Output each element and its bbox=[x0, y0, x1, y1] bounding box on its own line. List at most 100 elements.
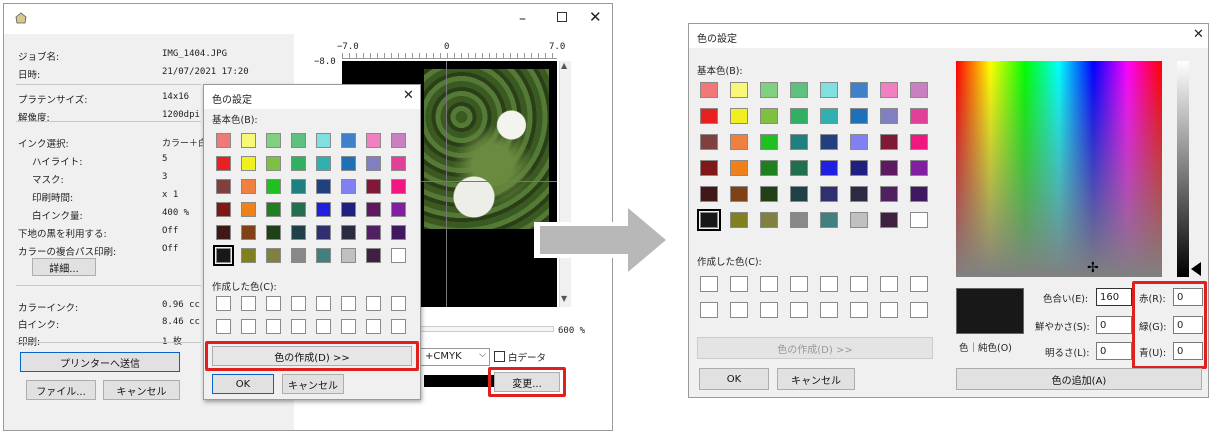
basic-color-swatch[interactable] bbox=[316, 248, 331, 263]
basic-color-swatch[interactable] bbox=[850, 186, 868, 202]
custom-color-swatch[interactable] bbox=[291, 296, 306, 311]
basic-color-swatch[interactable] bbox=[391, 248, 406, 263]
basic-color-swatch[interactable] bbox=[730, 186, 748, 202]
basic-color-swatch[interactable] bbox=[366, 156, 381, 171]
basic-color-swatch[interactable] bbox=[820, 108, 838, 124]
basic-color-swatch[interactable] bbox=[266, 156, 281, 171]
basic-color-swatch[interactable] bbox=[790, 160, 808, 176]
send-to-printer-button[interactable]: プリンターへ送信 bbox=[20, 352, 180, 372]
basic-color-swatch[interactable] bbox=[850, 160, 868, 176]
custom-color-swatch[interactable] bbox=[366, 319, 381, 334]
basic-color-swatch[interactable] bbox=[700, 108, 718, 124]
basic-color-swatch[interactable] bbox=[700, 134, 718, 150]
custom-color-swatch[interactable] bbox=[910, 302, 928, 318]
maximize-button[interactable] bbox=[557, 12, 567, 22]
custom-color-swatch[interactable] bbox=[820, 276, 838, 292]
basic-color-swatch[interactable] bbox=[291, 248, 306, 263]
basic-color-swatch[interactable] bbox=[850, 134, 868, 150]
basic-color-swatch[interactable] bbox=[910, 160, 928, 176]
basic-color-swatch[interactable] bbox=[910, 186, 928, 202]
scroll-down-icon[interactable]: ▼ bbox=[561, 294, 567, 303]
basic-color-swatch[interactable] bbox=[760, 134, 778, 150]
custom-color-swatch[interactable] bbox=[391, 319, 406, 334]
basic-color-swatch[interactable] bbox=[790, 108, 808, 124]
basic-color-swatch[interactable] bbox=[850, 212, 868, 228]
basic-color-swatch[interactable] bbox=[880, 160, 898, 176]
cancel-button[interactable]: キャンセル bbox=[103, 380, 180, 400]
basic-color-swatch[interactable] bbox=[697, 209, 721, 231]
basic-color-swatch[interactable] bbox=[880, 108, 898, 124]
basic-color-swatch[interactable] bbox=[241, 202, 256, 217]
custom-color-swatch[interactable] bbox=[291, 319, 306, 334]
custom-color-swatch[interactable] bbox=[391, 296, 406, 311]
basic-color-swatch[interactable] bbox=[216, 179, 231, 194]
custom-color-swatch[interactable] bbox=[266, 296, 281, 311]
basic-color-swatch[interactable] bbox=[341, 225, 356, 240]
basic-color-swatch[interactable] bbox=[700, 160, 718, 176]
basic-color-swatch[interactable] bbox=[391, 179, 406, 194]
custom-color-swatch[interactable] bbox=[241, 319, 256, 334]
basic-color-swatch[interactable] bbox=[291, 225, 306, 240]
zoom-slider[interactable] bbox=[414, 326, 554, 332]
custom-color-swatch[interactable] bbox=[730, 302, 748, 318]
basic-color-swatch[interactable] bbox=[266, 179, 281, 194]
basic-color-swatch[interactable] bbox=[316, 225, 331, 240]
basic-color-swatch[interactable] bbox=[213, 245, 234, 266]
basic-color-swatch[interactable] bbox=[341, 202, 356, 217]
basic-color-swatch[interactable] bbox=[910, 134, 928, 150]
basic-color-swatch[interactable] bbox=[316, 156, 331, 171]
custom-color-swatch[interactable] bbox=[850, 302, 868, 318]
basic-color-swatch[interactable] bbox=[820, 134, 838, 150]
basic-color-swatch[interactable] bbox=[730, 134, 748, 150]
basic-color-swatch[interactable] bbox=[291, 156, 306, 171]
basic-color-swatch[interactable] bbox=[790, 82, 808, 98]
custom-color-swatch[interactable] bbox=[316, 296, 331, 311]
basic-color-swatch[interactable] bbox=[366, 248, 381, 263]
cancel-button[interactable]: キャンセル bbox=[777, 368, 855, 390]
basic-color-swatch[interactable] bbox=[910, 108, 928, 124]
scroll-up-icon[interactable]: ▲ bbox=[561, 61, 567, 70]
basic-color-swatch[interactable] bbox=[341, 179, 356, 194]
basic-color-swatch[interactable] bbox=[880, 134, 898, 150]
custom-color-swatch[interactable] bbox=[216, 296, 231, 311]
basic-color-swatch[interactable] bbox=[266, 133, 281, 148]
define-custom-colors-button[interactable]: 色の作成(D) >> bbox=[697, 337, 933, 359]
basic-color-swatch[interactable] bbox=[730, 160, 748, 176]
custom-color-swatch[interactable] bbox=[790, 276, 808, 292]
basic-color-swatch[interactable] bbox=[391, 156, 406, 171]
custom-color-swatch[interactable] bbox=[241, 296, 256, 311]
basic-color-swatch[interactable] bbox=[790, 134, 808, 150]
basic-color-swatch[interactable] bbox=[241, 225, 256, 240]
custom-color-swatch[interactable] bbox=[760, 302, 778, 318]
basic-color-swatch[interactable] bbox=[760, 82, 778, 98]
basic-color-swatch[interactable] bbox=[820, 212, 838, 228]
cmyk-select[interactable]: +CMYK ⌵ bbox=[420, 348, 490, 366]
custom-color-swatch[interactable] bbox=[216, 319, 231, 334]
basic-color-swatch[interactable] bbox=[391, 225, 406, 240]
basic-color-swatch[interactable] bbox=[316, 133, 331, 148]
custom-color-swatch[interactable] bbox=[850, 276, 868, 292]
basic-color-swatch[interactable] bbox=[366, 179, 381, 194]
basic-color-swatch[interactable] bbox=[366, 133, 381, 148]
custom-color-swatch[interactable] bbox=[366, 296, 381, 311]
basic-color-swatch[interactable] bbox=[880, 212, 898, 228]
custom-color-swatch[interactable] bbox=[341, 319, 356, 334]
detail-button[interactable]: 詳細... bbox=[32, 258, 96, 276]
custom-color-swatch[interactable] bbox=[316, 319, 331, 334]
basic-color-swatch[interactable] bbox=[760, 212, 778, 228]
basic-color-swatch[interactable] bbox=[216, 133, 231, 148]
basic-color-swatch[interactable] bbox=[391, 202, 406, 217]
basic-color-swatch[interactable] bbox=[341, 248, 356, 263]
basic-color-swatch[interactable] bbox=[366, 202, 381, 217]
basic-color-swatch[interactable] bbox=[850, 82, 868, 98]
luminance-input[interactable]: 0 bbox=[1096, 342, 1132, 360]
basic-color-swatch[interactable] bbox=[266, 202, 281, 217]
close-button[interactable]: ✕ bbox=[589, 8, 602, 26]
basic-color-swatch[interactable] bbox=[700, 82, 718, 98]
basic-color-swatch[interactable] bbox=[291, 202, 306, 217]
add-to-custom-colors-button[interactable]: 色の追加(A) bbox=[956, 368, 1202, 390]
custom-color-swatch[interactable] bbox=[730, 276, 748, 292]
basic-color-swatch[interactable] bbox=[241, 156, 256, 171]
white-data-checkbox[interactable] bbox=[494, 351, 505, 362]
basic-color-swatch[interactable] bbox=[391, 133, 406, 148]
